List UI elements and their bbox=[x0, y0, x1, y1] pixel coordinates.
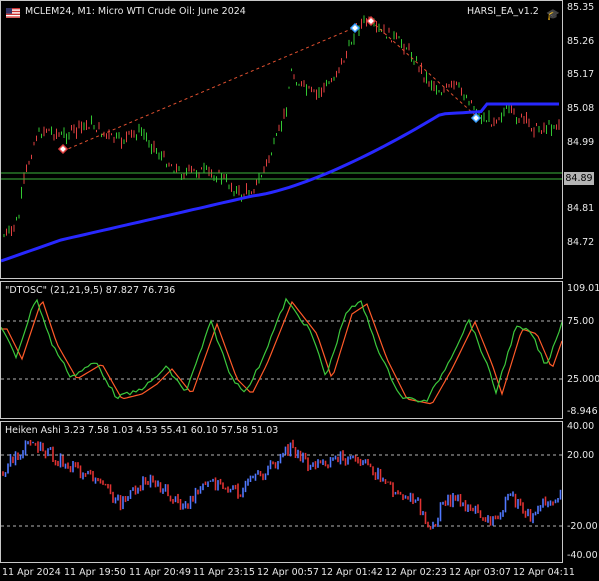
price-axis-label: 84.72 bbox=[567, 237, 595, 248]
price-chart-pane[interactable]: MCLEM24, M1: Micro WTI Crude Oil: June 2… bbox=[0, 0, 563, 279]
time-axis-label: 11 Apr 20:49 bbox=[129, 567, 191, 578]
graduation-cap-icon[interactable]: 🎓 bbox=[546, 8, 560, 21]
us-flag-icon bbox=[6, 8, 20, 18]
price-axis-label: 84.81 bbox=[567, 203, 595, 214]
price-axis-label: 85.08 bbox=[567, 103, 595, 114]
dtosc-axis-label: -8.946 bbox=[567, 406, 598, 417]
heiken-ashi-title: Heiken Ashi 3.23 7.58 1.03 4.53 55.41 60… bbox=[5, 425, 279, 436]
trade-arrow-line bbox=[62, 26, 357, 152]
time-axis-label: 12 Apr 03:07 bbox=[449, 567, 511, 578]
symbol-info: MCLEM24, M1: Micro WTI Crude Oil: June 2… bbox=[25, 6, 246, 17]
time-axis-label: 11 Apr 2024 bbox=[2, 567, 61, 578]
time-axis-label: 12 Apr 02:23 bbox=[385, 567, 447, 578]
price-axis-label: 84.99 bbox=[567, 137, 595, 148]
price-axis-label: 85.17 bbox=[567, 69, 595, 80]
time-axis-label: 11 Apr 23:15 bbox=[193, 567, 255, 578]
trade-arrow-line bbox=[370, 20, 477, 117]
current-price-tag: 84.89 bbox=[564, 172, 594, 185]
dtosc-slow-line bbox=[1, 300, 562, 405]
dtosc-plot bbox=[1, 297, 562, 405]
heiken-axis-label: -20.00 bbox=[567, 521, 598, 532]
dtosc-title: "DTOSC" (21,21,9,5) 87.827 76.736 bbox=[5, 285, 176, 296]
time-axis-label: 12 Apr 01:42 bbox=[321, 567, 383, 578]
dtosc-axis-label: 25.000 bbox=[567, 374, 599, 385]
heiken-axis-label: 20.00 bbox=[567, 450, 595, 461]
dtosc-axis-label: 109.01 bbox=[567, 283, 599, 294]
time-axis-label: 11 Apr 19:50 bbox=[64, 567, 126, 578]
dtosc-axis-label: 75.00 bbox=[567, 316, 595, 327]
heiken-axis-label: -40.00 bbox=[567, 550, 598, 561]
time-axis-label: 12 Apr 04:11 bbox=[513, 567, 575, 578]
heiken-ashi-plot bbox=[1, 439, 562, 530]
dtosc-indicator-pane[interactable]: "DTOSC" (21,21,9,5) 87.827 76.736 bbox=[0, 281, 563, 419]
price-chart-plot bbox=[1, 15, 562, 263]
dtosc-fast-line bbox=[1, 297, 562, 403]
expert-advisor-name[interactable]: HARSI_EA_v1.2 bbox=[467, 6, 539, 17]
buy-signal-marker bbox=[349, 22, 361, 34]
sell-signal-marker bbox=[57, 143, 69, 155]
heiken-axis-label: 40.00 bbox=[567, 421, 595, 432]
price-axis-label: 85.26 bbox=[567, 36, 595, 47]
moving-average-line bbox=[1, 102, 559, 263]
time-axis-label: 12 Apr 00:57 bbox=[257, 567, 319, 578]
heiken-ashi-pane[interactable]: Heiken Ashi 3.23 7.58 1.03 4.53 55.41 60… bbox=[0, 421, 563, 563]
price-axis-label: 85.35 bbox=[567, 2, 595, 13]
